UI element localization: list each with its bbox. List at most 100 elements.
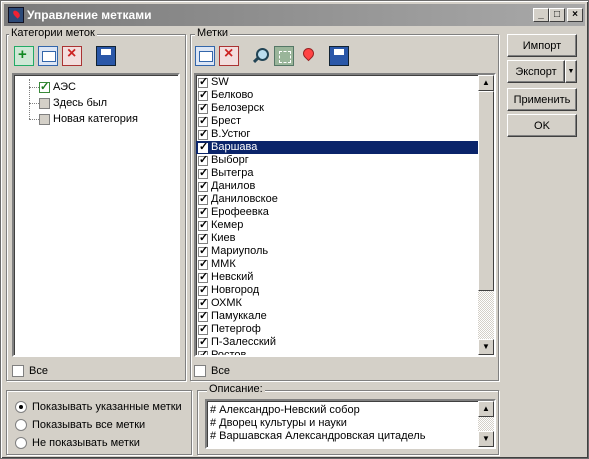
- categories-all-checkbox[interactable]: [12, 365, 24, 377]
- category-checkbox[interactable]: [39, 97, 50, 109]
- mark-checkbox[interactable]: [198, 219, 208, 232]
- mark-label: Новгород: [211, 284, 260, 296]
- mark-item[interactable]: SW: [196, 76, 478, 89]
- mark-item[interactable]: Кемер: [196, 219, 478, 232]
- marks-all-row[interactable]: Все: [194, 365, 230, 377]
- mark-checkbox[interactable]: [198, 258, 208, 271]
- description-textarea[interactable]: # Александро-Невский собор # Дворец культ…: [205, 399, 496, 449]
- close-button[interactable]: ×: [567, 8, 583, 22]
- mark-checkbox[interactable]: [198, 89, 208, 102]
- mark-checkbox[interactable]: [198, 297, 208, 310]
- mark-item[interactable]: Киев: [196, 232, 478, 245]
- mark-checkbox[interactable]: [198, 349, 208, 355]
- marks-all-checkbox[interactable]: [194, 365, 206, 377]
- mark-checkbox[interactable]: [198, 271, 208, 284]
- mark-label: Ростов: [211, 349, 247, 357]
- category-checkbox[interactable]: [39, 113, 50, 125]
- display-option-radio[interactable]: [15, 419, 27, 431]
- mark-item[interactable]: Данилов: [196, 180, 478, 193]
- save-marks-icon[interactable]: [329, 46, 349, 66]
- mark-checkbox[interactable]: [198, 193, 208, 206]
- app-icon: [8, 7, 24, 23]
- mark-item[interactable]: Петергоф: [196, 323, 478, 336]
- maximize-button[interactable]: □: [549, 8, 565, 22]
- category-item[interactable]: Здесь был: [14, 95, 178, 111]
- mark-checkbox[interactable]: [198, 310, 208, 323]
- edit-category-icon[interactable]: [38, 46, 58, 66]
- desc-scroll-up-button[interactable]: ▲: [478, 401, 494, 417]
- mark-checkbox[interactable]: [198, 154, 208, 167]
- scroll-up-button[interactable]: ▲: [478, 75, 494, 91]
- mark-item[interactable]: ОХМК: [196, 297, 478, 310]
- mark-item[interactable]: Новгород: [196, 284, 478, 297]
- edit-mark-icon[interactable]: [195, 46, 215, 66]
- mark-item[interactable]: Ерофеевка: [196, 206, 478, 219]
- mark-item[interactable]: Варшава: [196, 141, 478, 154]
- marks-toolbar: [195, 45, 349, 66]
- delete-mark-icon[interactable]: [219, 45, 239, 66]
- mark-item[interactable]: Брест: [196, 115, 478, 128]
- marks-list[interactable]: SWБелковоБелозерскБрестВ.УстюгВаршаваВыб…: [194, 73, 496, 357]
- mark-item[interactable]: Белково: [196, 89, 478, 102]
- delete-category-icon[interactable]: [62, 45, 82, 66]
- categories-tree[interactable]: АЭС Здесь был Новая категория: [12, 73, 180, 357]
- import-button[interactable]: Импорт: [507, 34, 577, 57]
- mark-checkbox[interactable]: [198, 245, 208, 258]
- mark-checkbox[interactable]: [198, 76, 208, 89]
- save-categories-icon[interactable]: [96, 46, 116, 66]
- mark-checkbox[interactable]: [198, 115, 208, 128]
- description-line: # Варшавская Александровская цитадель: [210, 430, 426, 442]
- categories-all-row[interactable]: Все: [12, 365, 48, 377]
- mark-checkbox[interactable]: [198, 102, 208, 115]
- export-dropdown-button[interactable]: ▼: [565, 60, 577, 83]
- mark-item[interactable]: Выборг: [196, 154, 478, 167]
- category-item[interactable]: АЭС: [14, 79, 178, 95]
- mark-checkbox[interactable]: [198, 284, 208, 297]
- export-button[interactable]: Экспорт: [507, 60, 565, 83]
- desc-scroll-down-button[interactable]: ▼: [478, 431, 494, 447]
- category-checkbox[interactable]: [39, 80, 50, 93]
- display-option-radio[interactable]: [15, 437, 27, 449]
- pin-icon[interactable]: [298, 46, 318, 66]
- categories-all-label: Все: [29, 365, 48, 377]
- mark-checkbox[interactable]: [198, 167, 208, 180]
- mark-checkbox[interactable]: [198, 232, 208, 245]
- mark-checkbox[interactable]: [198, 336, 208, 349]
- apply-button[interactable]: Применить: [507, 88, 577, 111]
- add-category-icon[interactable]: [14, 46, 34, 66]
- category-item[interactable]: Новая категория: [14, 111, 178, 127]
- mark-checkbox[interactable]: [198, 180, 208, 193]
- mark-checkbox[interactable]: [198, 141, 208, 154]
- title-bar[interactable]: Управление метками _ □ ×: [4, 4, 585, 26]
- description-scrollbar[interactable]: ▲ ▼: [478, 401, 494, 447]
- mark-item[interactable]: Ростов: [196, 349, 478, 357]
- mark-item[interactable]: Белозерск: [196, 102, 478, 115]
- mark-item[interactable]: Памуккале: [196, 310, 478, 323]
- mark-item[interactable]: П-Залесский: [196, 336, 478, 349]
- window-title: Управление метками: [27, 8, 152, 22]
- mark-label: В.Устюг: [211, 128, 251, 140]
- mark-checkbox[interactable]: [198, 206, 208, 219]
- display-option-label: Показывать все метки: [32, 419, 146, 431]
- mark-label: П-Залесский: [211, 336, 276, 348]
- category-label: Здесь был: [53, 97, 108, 109]
- mark-item[interactable]: Мариуполь: [196, 245, 478, 258]
- marks-scrollbar[interactable]: ▲ ▼: [478, 75, 494, 355]
- find-icon[interactable]: [250, 46, 270, 66]
- display-option[interactable]: Не показывать метки: [15, 434, 182, 452]
- display-option[interactable]: Показывать указанные метки: [15, 398, 182, 416]
- display-option[interactable]: Показывать все метки: [15, 416, 182, 434]
- zoom-area-icon[interactable]: [274, 46, 294, 66]
- mark-item[interactable]: Даниловское: [196, 193, 478, 206]
- minimize-button[interactable]: _: [533, 8, 549, 22]
- mark-item[interactable]: В.Устюг: [196, 128, 478, 141]
- mark-item[interactable]: Вытегра: [196, 167, 478, 180]
- scroll-thumb[interactable]: [478, 91, 494, 291]
- display-option-radio[interactable]: [15, 401, 27, 413]
- mark-checkbox[interactable]: [198, 128, 208, 141]
- scroll-down-button[interactable]: ▼: [478, 339, 494, 355]
- mark-item[interactable]: ММК: [196, 258, 478, 271]
- mark-item[interactable]: Невский: [196, 271, 478, 284]
- mark-checkbox[interactable]: [198, 323, 208, 336]
- ok-button[interactable]: OK: [507, 114, 577, 137]
